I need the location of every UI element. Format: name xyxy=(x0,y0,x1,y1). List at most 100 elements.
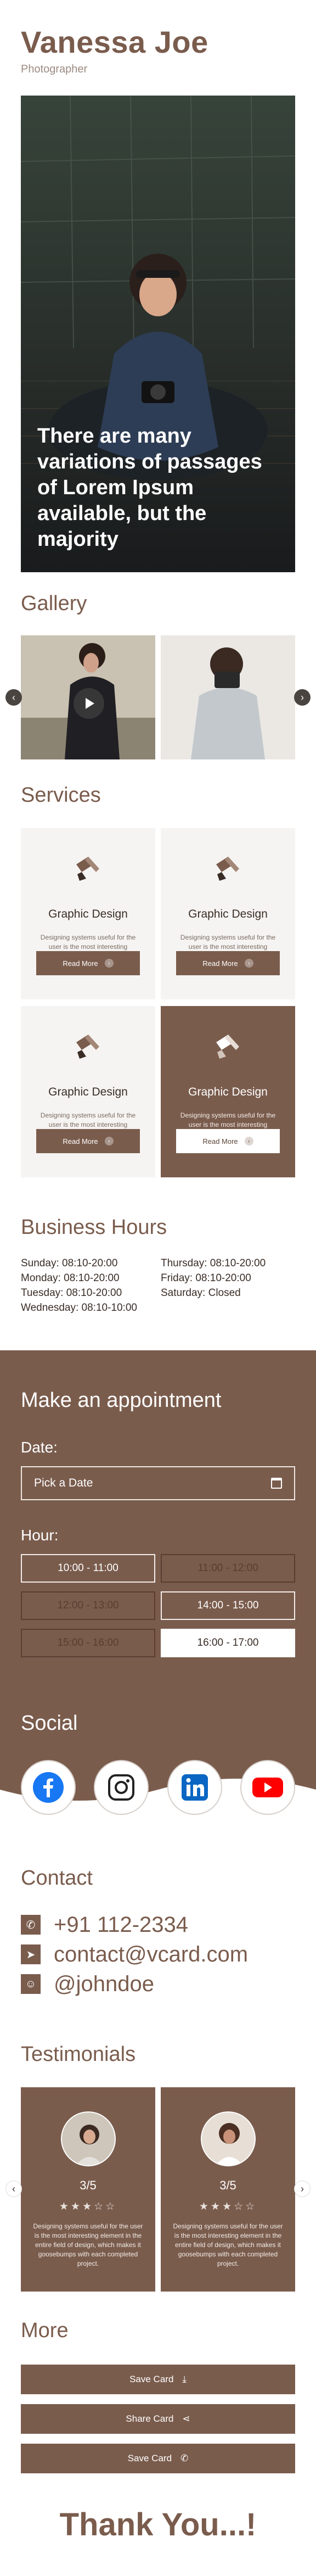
testimonial-card: 3/5 ★★★☆☆ Designing systems useful for t… xyxy=(21,2087,155,2292)
hours-grid: Sunday: 08:10-20:00 Monday: 08:10-20:00 … xyxy=(21,1256,295,1315)
services-title: Services xyxy=(21,784,101,807)
read-more-button[interactable]: Read More › xyxy=(176,951,280,975)
phone-icon: ✆ xyxy=(180,2453,189,2463)
service-card: Graphic Design Designing systems useful … xyxy=(21,1006,155,1177)
service-card-active: Graphic Design Designing systems useful … xyxy=(161,1006,295,1177)
calendar-icon[interactable] xyxy=(271,1478,282,1489)
send-icon: ➤ xyxy=(21,1944,41,1964)
star-rating: ★★★☆☆ xyxy=(161,2200,295,2213)
time-slot-disabled: 11:00 - 12:00 xyxy=(161,1554,295,1583)
gallery-prev-button[interactable]: ‹ xyxy=(5,689,22,706)
testimonial-next-button[interactable]: › xyxy=(294,2181,311,2197)
star-rating: ★★★☆☆ xyxy=(21,2200,155,2213)
star-icon-filled: ★ xyxy=(59,2201,71,2212)
rating-text: 3/5 xyxy=(80,2178,97,2192)
gallery-video-thumbnail[interactable] xyxy=(21,635,155,759)
star-icon-filled: ★ xyxy=(82,2201,94,2212)
star-icon-empty: ☆ xyxy=(94,2201,106,2212)
avatar xyxy=(200,2111,256,2166)
contact-title: Contact xyxy=(21,1867,93,1890)
read-more-button[interactable]: Read More › xyxy=(176,1129,280,1153)
gallery-section: Gallery ‹ › xyxy=(0,592,316,759)
date-placeholder: Pick a Date xyxy=(34,1477,93,1489)
service-title: Graphic Design xyxy=(48,908,128,920)
download-icon: ⤓ xyxy=(182,2374,187,2384)
phone-text: +91 112-2334 xyxy=(54,1912,189,1937)
share-card-button[interactable]: Share Card ⋖ xyxy=(21,2404,295,2434)
social-links xyxy=(21,1760,295,1815)
hours-row: Saturday: Closed xyxy=(161,1287,241,1299)
star-icon-empty: ☆ xyxy=(234,2201,246,2212)
contact-email[interactable]: ➤ contact@vcard.com xyxy=(21,1940,295,1969)
read-more-button[interactable]: Read More › xyxy=(36,951,140,975)
save-contact-label: Save Card xyxy=(127,2453,172,2463)
linkedin-icon[interactable] xyxy=(167,1760,222,1815)
date-label: Date: xyxy=(21,1439,58,1456)
gallery-next-button[interactable]: › xyxy=(294,689,311,706)
testimonials-title: Testimonials xyxy=(21,2043,136,2066)
thank-you-text: Thank You...! xyxy=(59,2507,257,2543)
hours-row: Wednesday: 08:10-10:00 xyxy=(21,1302,137,1314)
arrow-right-icon: › xyxy=(244,1137,253,1145)
instagram-icon[interactable] xyxy=(94,1760,149,1815)
save-card-button[interactable]: Save Card ⤓ xyxy=(21,2365,295,2394)
play-icon[interactable] xyxy=(74,688,104,719)
testimonial-prev-button[interactable]: ‹ xyxy=(5,2181,22,2197)
save-contact-button[interactable]: Save Card ✆ xyxy=(21,2444,295,2473)
hours-column-left: Sunday: 08:10-20:00 Monday: 08:10-20:00 … xyxy=(21,1256,161,1315)
share-icon: ⋖ xyxy=(182,2413,190,2424)
star-icon-empty: ☆ xyxy=(245,2201,257,2212)
read-more-label: Read More xyxy=(63,1137,98,1145)
appointment-title: Make an appointment xyxy=(21,1389,222,1412)
read-more-label: Read More xyxy=(202,959,238,968)
testimonial-card: 3/5 ★★★☆☆ Designing systems useful for t… xyxy=(161,2087,295,2292)
youtube-icon[interactable] xyxy=(240,1760,295,1815)
paintbrush-icon xyxy=(216,857,239,881)
testimonial-text: Designing systems useful for the user is… xyxy=(33,2222,143,2267)
star-icon-filled: ★ xyxy=(222,2201,234,2212)
social-title: Social xyxy=(21,1712,78,1735)
star-icon-empty: ☆ xyxy=(105,2201,117,2212)
business-hours-section: Business Hours Sunday: 08:10-20:00 Monda… xyxy=(0,1216,316,1315)
hours-row: Thursday: 08:10-20:00 xyxy=(161,1258,266,1269)
business-hours-title: Business Hours xyxy=(21,1216,167,1239)
email-text: contact@vcard.com xyxy=(54,1942,249,1966)
star-icon-filled: ★ xyxy=(199,2201,211,2212)
testimonial-text: Designing systems useful for the user is… xyxy=(173,2222,283,2267)
services-grid: Graphic Design Designing systems useful … xyxy=(21,828,295,1177)
service-title: Graphic Design xyxy=(188,1086,268,1098)
contact-handle[interactable]: ☺ @johndoe xyxy=(21,1969,295,1999)
read-more-button[interactable]: Read More › xyxy=(36,1129,140,1153)
testimonials-section: Testimonials 3/5 ★★★☆☆ Designing systems… xyxy=(0,2043,316,2292)
rating-text: 3/5 xyxy=(219,2178,236,2192)
profile-role: Photographer xyxy=(21,63,88,75)
user-icon: ☺ xyxy=(21,1974,41,1994)
service-card: Graphic Design Designing systems useful … xyxy=(161,828,295,999)
gallery-image-2[interactable] xyxy=(161,635,295,759)
date-picker-input[interactable]: Pick a Date xyxy=(21,1466,295,1500)
hours-column-right: Thursday: 08:10-20:00 Friday: 08:10-20:0… xyxy=(161,1256,295,1315)
star-icon-filled: ★ xyxy=(210,2201,222,2212)
more-actions: Save Card ⤓ Share Card ⋖ Save Card ✆ xyxy=(21,2365,295,2473)
vcard-page: Vanessa Joe Photographer There are many … xyxy=(0,0,316,2576)
time-slot-disabled: 12:00 - 13:00 xyxy=(21,1591,155,1620)
more-title: More xyxy=(21,2319,69,2342)
profile-header: Vanessa Joe Photographer xyxy=(0,0,316,76)
handle-text: @johndoe xyxy=(54,1971,154,1996)
hours-row: Sunday: 08:10-20:00 xyxy=(21,1258,118,1269)
time-slots: 10:00 - 11:00 11:00 - 12:00 12:00 - 13:0… xyxy=(21,1554,295,1657)
gallery-photo-2 xyxy=(161,635,295,759)
gallery-carousel: ‹ › xyxy=(5,635,311,759)
phone-icon: ✆ xyxy=(21,1915,41,1935)
contact-phone[interactable]: ✆ +91 112-2334 xyxy=(21,1910,295,1940)
service-title: Graphic Design xyxy=(48,1086,128,1098)
paintbrush-icon xyxy=(76,1035,99,1059)
time-slot-disabled: 15:00 - 16:00 xyxy=(21,1629,155,1657)
service-card: Graphic Design Designing systems useful … xyxy=(21,828,155,999)
contact-section: Contact ✆ +91 112-2334 ➤ contact@vcard.c… xyxy=(0,1867,316,1999)
time-slot[interactable]: 10:00 - 11:00 xyxy=(21,1554,155,1583)
facebook-icon[interactable] xyxy=(21,1760,76,1815)
time-slot-selected[interactable]: 16:00 - 17:00 xyxy=(161,1629,295,1657)
contact-list: ✆ +91 112-2334 ➤ contact@vcard.com ☺ @jo… xyxy=(21,1910,295,1999)
time-slot[interactable]: 14:00 - 15:00 xyxy=(161,1591,295,1620)
